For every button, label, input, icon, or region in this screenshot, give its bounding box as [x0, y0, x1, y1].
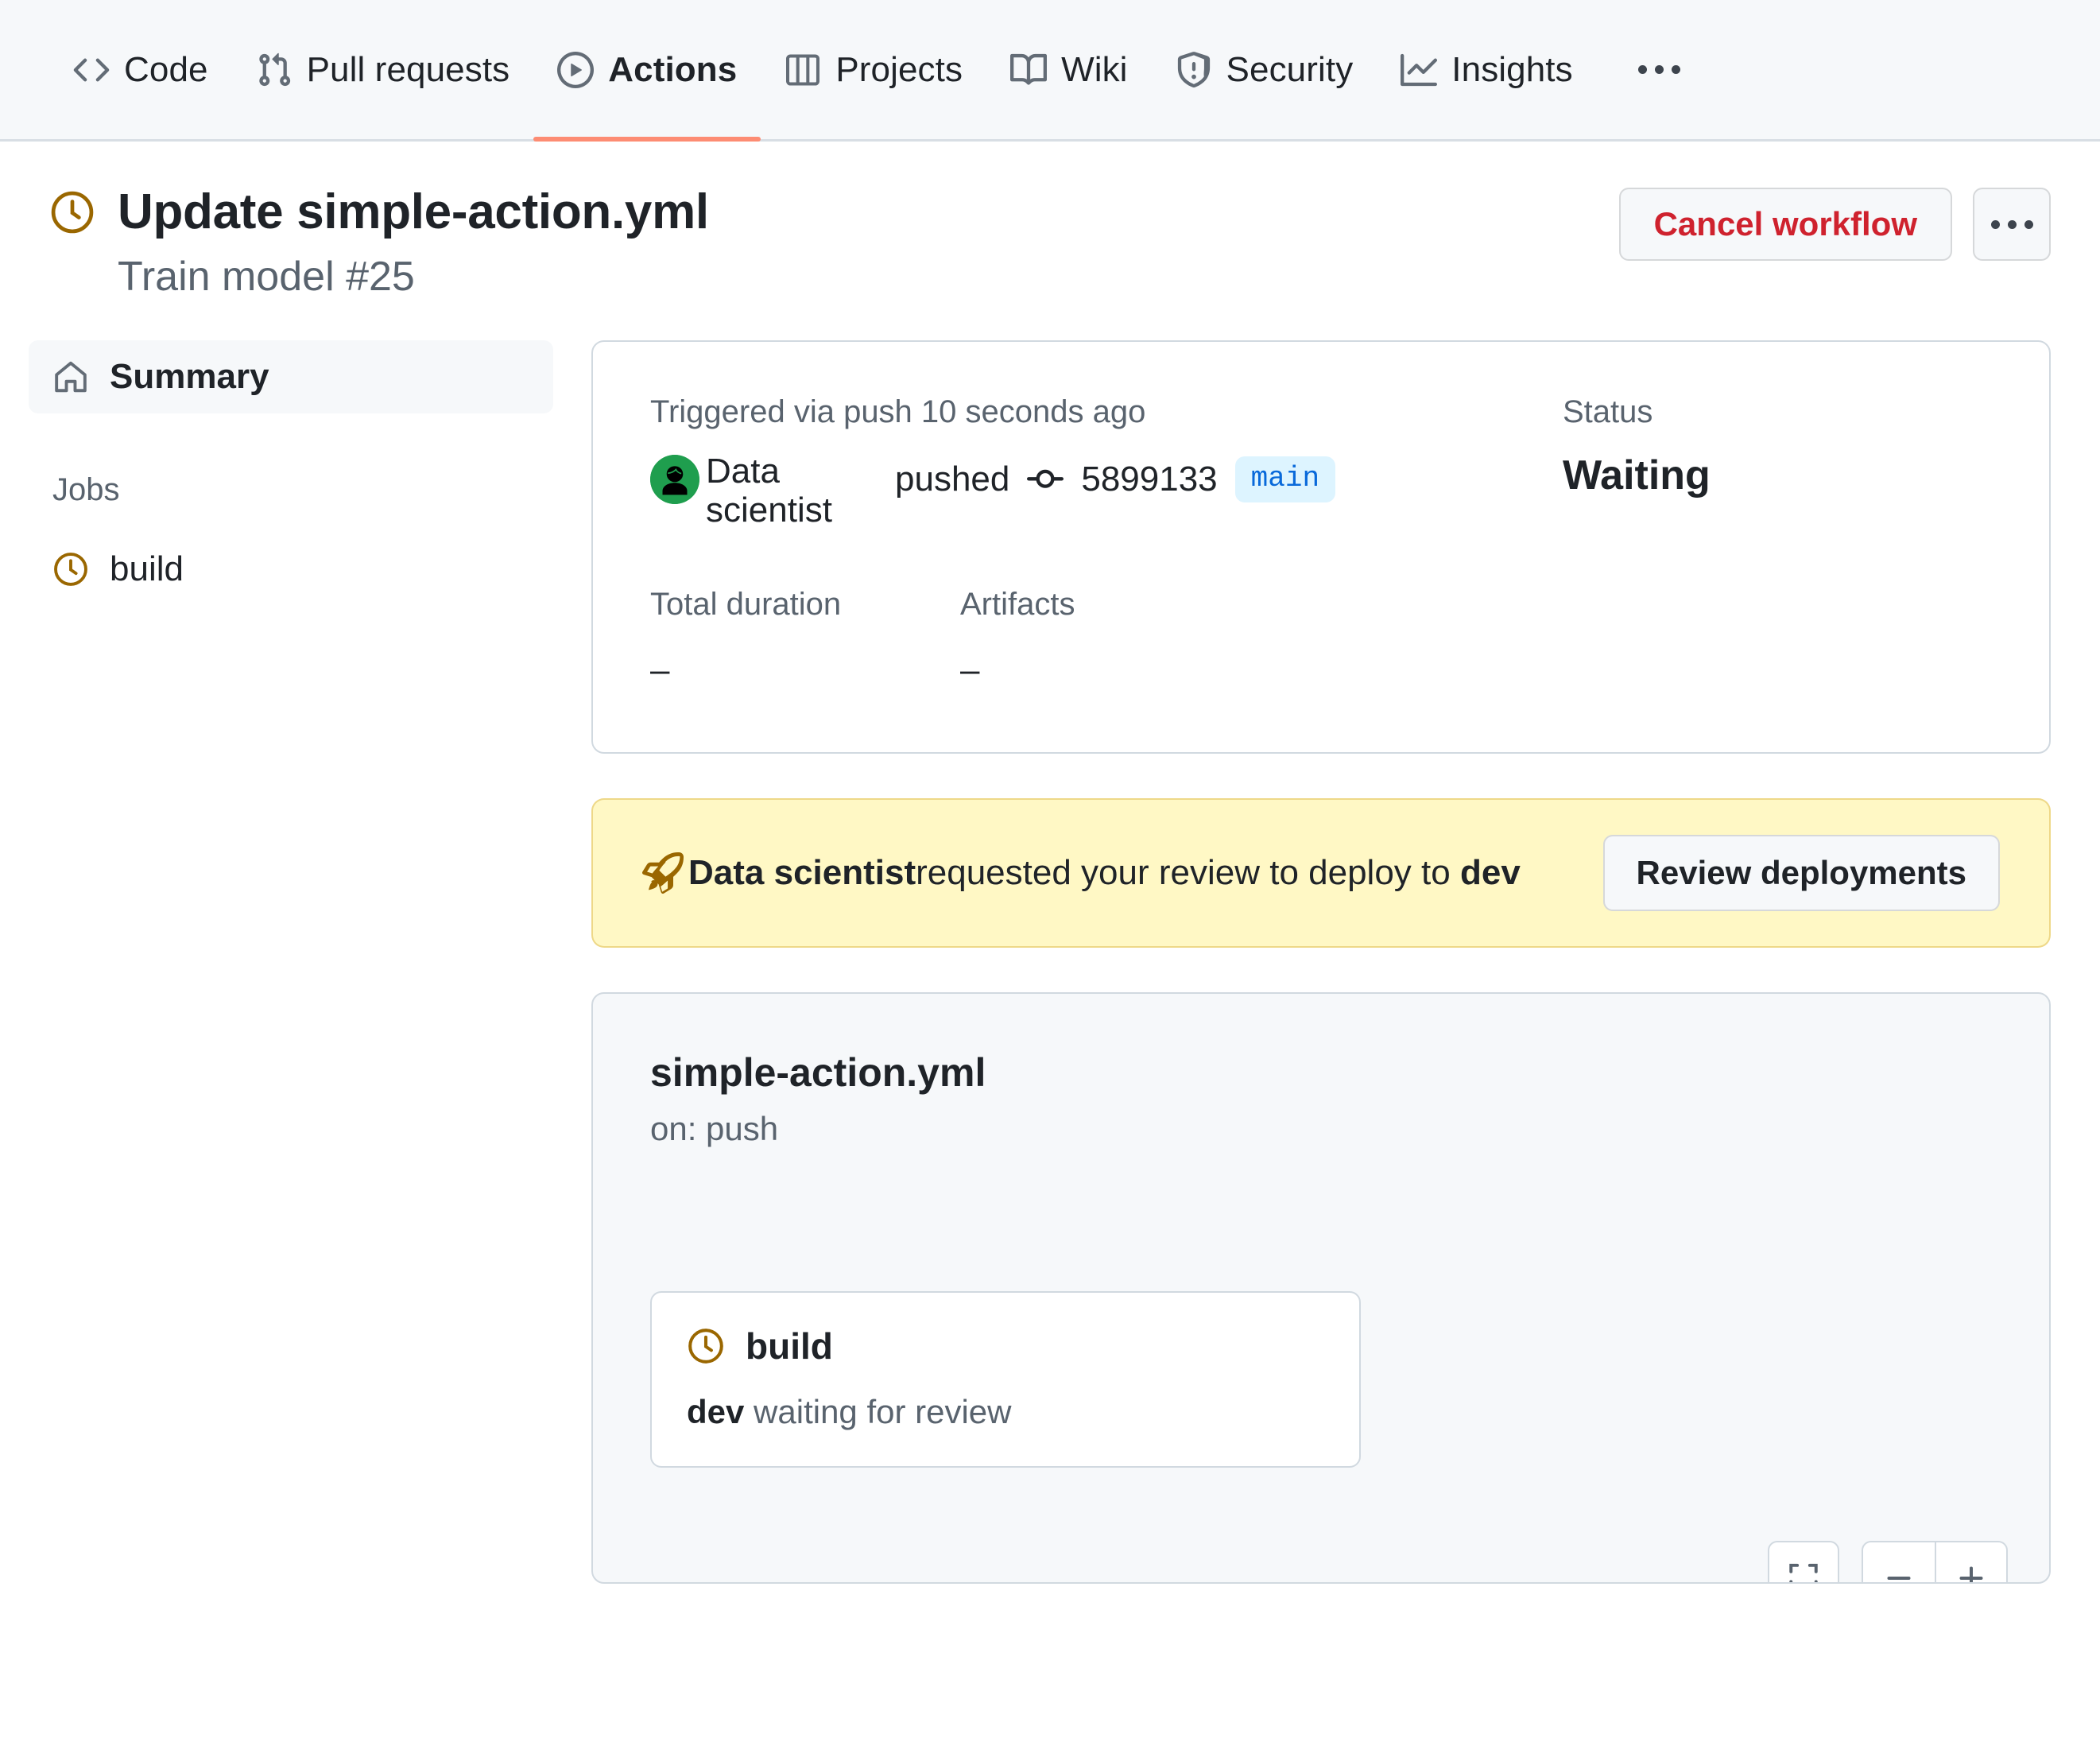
graph-icon — [1401, 52, 1438, 88]
banner-actor: Data scientist — [688, 853, 916, 893]
push-verb: pushed — [895, 459, 1010, 499]
total-duration-value: – — [650, 650, 670, 690]
nav-label-code: Code — [124, 49, 208, 89]
code-icon — [73, 52, 110, 88]
page-title: Update simple-action.yml — [118, 184, 709, 239]
git-commit-icon — [1027, 461, 1064, 498]
branch-badge[interactable]: main — [1234, 456, 1336, 502]
run-header-left: Update simple-action.yml Train model #25 — [49, 183, 1619, 302]
clock-icon — [49, 189, 95, 235]
git-pull-request-icon — [256, 52, 293, 88]
sidebar-item-label-summary: Summary — [110, 356, 269, 396]
shield-alert-icon — [1176, 51, 1212, 88]
review-deployments-button[interactable]: Review deployments — [1602, 835, 2000, 912]
nav-item-actions[interactable]: Actions — [533, 0, 761, 142]
zoom-in-button[interactable] — [1935, 1542, 2006, 1583]
node-title-row: build — [687, 1325, 1324, 1368]
workflow-job-node-build[interactable]: build dev waiting for review — [650, 1291, 1361, 1468]
total-duration-stat: Total duration – — [650, 585, 960, 690]
nav-label-insights: Insights — [1451, 49, 1573, 89]
run-main-column: Triggered via push 10 seconds ago Data s… — [591, 339, 2051, 1585]
sidebar-item-summary[interactable]: Summary — [29, 339, 553, 413]
graph-controls — [1768, 1541, 2008, 1583]
workflow-graph-card: simple-action.yml on: push build dev wai… — [591, 992, 2051, 1585]
run-header: Update simple-action.yml Train model #25… — [0, 142, 2100, 302]
summary-right: Status Waiting — [1563, 393, 1992, 691]
sidebar-jobs-heading: Jobs — [52, 471, 120, 507]
clock-icon — [687, 1327, 725, 1365]
workflow-trigger: on: push — [650, 1110, 779, 1148]
run-header-actions: Cancel workflow — [1618, 183, 2051, 261]
run-body: Summary Jobs build Triggered via push 10… — [0, 302, 2100, 1585]
status-label: Status — [1563, 394, 1653, 429]
nav-item-code[interactable]: Code — [49, 0, 232, 139]
sidebar-job-label: build — [110, 549, 184, 588]
artifacts-label: Artifacts — [960, 587, 1075, 623]
banner-message: Data scientistrequested your review to d… — [688, 853, 1521, 893]
nav-item-wiki[interactable]: Wiki — [986, 0, 1151, 139]
sidebar-job-build[interactable]: build — [29, 549, 553, 589]
nav-item-insights[interactable]: Insights — [1377, 0, 1596, 139]
summary-grid: Triggered via push 10 seconds ago Data s… — [650, 393, 1992, 691]
run-subtitle: Train model #25 — [118, 254, 415, 301]
nav-item-security[interactable]: Security — [1152, 0, 1377, 139]
banner-environment: dev — [1459, 853, 1521, 893]
node-environment: dev — [687, 1393, 745, 1431]
repo-nav: Code Pull requests Actions Projects Wiki… — [0, 0, 2100, 142]
clock-icon — [52, 551, 89, 588]
zoom-control-group — [1862, 1541, 2008, 1583]
nav-label-projects: Projects — [835, 49, 963, 89]
run-sidebar: Summary Jobs build — [29, 339, 553, 1585]
triggered-label: Triggered via push 10 seconds ago — [650, 394, 1146, 429]
nav-item-pull-requests[interactable]: Pull requests — [232, 0, 534, 139]
summary-stats-row: Total duration – Artifacts – — [650, 585, 1563, 690]
run-more-options-button[interactable] — [1973, 188, 2051, 261]
trigger-row: Data scientist pushed 5899133 main — [650, 452, 1563, 530]
nav-label-security: Security — [1226, 49, 1354, 89]
kebab-horizontal-icon — [1638, 65, 1681, 74]
status-badge: Waiting — [1563, 452, 1711, 499]
table-icon — [785, 52, 821, 88]
review-deployment-banner: Data scientistrequested your review to d… — [591, 798, 2051, 949]
run-summary-card: Triggered via push 10 seconds ago Data s… — [591, 339, 2051, 755]
nav-label-pull-requests: Pull requests — [306, 49, 510, 89]
workflow-file-name: simple-action.yml — [650, 1050, 986, 1096]
summary-left: Triggered via push 10 seconds ago Data s… — [650, 393, 1563, 691]
fit-to-screen-button[interactable] — [1768, 1541, 1839, 1583]
node-job-name: build — [746, 1325, 833, 1368]
banner-message-text: requested your review to deploy to — [916, 853, 1451, 893]
nav-overflow-button[interactable] — [1624, 0, 1695, 139]
zoom-out-button[interactable] — [1863, 1542, 1935, 1582]
home-icon — [52, 359, 89, 395]
run-title-row: Update simple-action.yml — [49, 183, 1619, 241]
artifacts-stat: Artifacts – — [960, 585, 1270, 690]
nav-item-projects[interactable]: Projects — [761, 0, 986, 139]
kebab-horizontal-icon — [1990, 219, 2033, 229]
commit-sha[interactable]: 5899133 — [1081, 460, 1217, 499]
trigger-actor-name[interactable]: Data scientist — [706, 452, 879, 530]
node-status-text: waiting for review — [754, 1393, 1012, 1431]
cancel-workflow-button[interactable]: Cancel workflow — [1618, 188, 1952, 261]
nav-label-wiki: Wiki — [1061, 49, 1128, 89]
avatar[interactable] — [650, 454, 699, 504]
book-icon — [1010, 52, 1048, 88]
node-status-line: dev waiting for review — [687, 1393, 1324, 1431]
artifacts-value: – — [960, 650, 980, 690]
push-info: pushed 5899133 main — [895, 452, 1336, 502]
play-circle-icon — [557, 51, 595, 88]
nav-label-actions: Actions — [608, 49, 738, 89]
total-duration-label: Total duration — [650, 587, 842, 623]
rocket-icon — [642, 852, 684, 894]
